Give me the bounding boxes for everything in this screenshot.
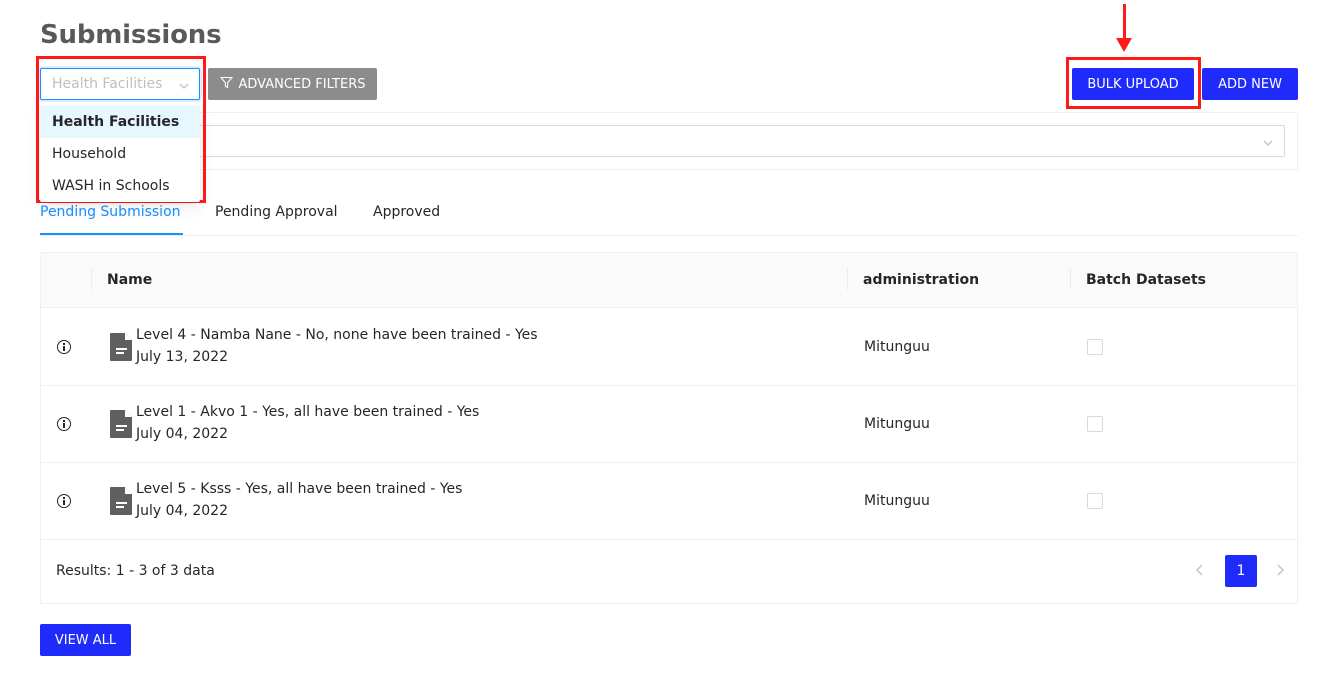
info-icon[interactable] — [57, 417, 71, 431]
info-icon[interactable] — [57, 340, 71, 354]
table-row: Level 5 - Ksss - Yes, all have been trai… — [41, 463, 1297, 540]
column-divider — [847, 268, 848, 290]
info-icon[interactable] — [57, 494, 71, 508]
document-icon — [110, 333, 132, 365]
table-row: Level 1 - Akvo 1 - Yes, all have been tr… — [41, 386, 1297, 463]
submission-name: Level 4 - Namba Nane - No, none have bee… — [136, 327, 538, 343]
tab-approved[interactable]: Approved — [373, 204, 440, 220]
advanced-filters-button[interactable]: ADVANCED FILTERS — [208, 68, 377, 100]
administration-select[interactable] — [56, 125, 1285, 157]
submission-tabs: Pending Submission Pending Approval Appr… — [40, 196, 1298, 236]
table-footer: Results: 1 - 3 of 3 data 1 — [41, 540, 1297, 604]
column-divider — [1070, 268, 1071, 290]
submission-administration: Mitunguu — [864, 339, 930, 355]
submission-administration: Mitunguu — [864, 416, 930, 432]
bulk-upload-button[interactable]: BULK UPLOAD — [1072, 68, 1194, 100]
dropdown-option-household[interactable]: Household — [40, 138, 200, 170]
document-icon — [110, 487, 132, 519]
submission-date: July 13, 2022 — [136, 349, 228, 365]
column-header-batch-datasets: Batch Datasets — [1086, 272, 1207, 288]
column-header-name: Name — [107, 272, 153, 288]
batch-checkbox[interactable] — [1087, 339, 1103, 355]
submissions-table: Name administration Batch Datasets Level… — [40, 252, 1298, 604]
submission-date: July 04, 2022 — [136, 503, 228, 519]
column-header-administration: administration — [863, 272, 980, 288]
chevron-down-icon — [178, 77, 190, 96]
submission-name: Level 1 - Akvo 1 - Yes, all have been tr… — [136, 404, 480, 420]
add-new-button[interactable]: ADD NEW — [1202, 68, 1298, 100]
pagination-prev-icon[interactable] — [1195, 564, 1205, 580]
pagination-page-1[interactable]: 1 — [1225, 555, 1257, 587]
dropdown-option-health-facilities[interactable]: Health Facilities — [40, 106, 200, 138]
administration-filter-card — [40, 112, 1298, 170]
table-header: Name administration Batch Datasets — [41, 253, 1297, 308]
submission-date: July 04, 2022 — [136, 426, 228, 442]
submission-administration: Mitunguu — [864, 493, 930, 509]
tab-pending-approval[interactable]: Pending Approval — [215, 204, 338, 220]
view-all-button[interactable]: VIEW ALL — [40, 624, 131, 656]
arrow-head — [1116, 38, 1132, 52]
chevron-down-icon — [1262, 134, 1274, 153]
column-divider — [91, 268, 92, 290]
page-title: Submissions — [40, 20, 222, 50]
batch-checkbox[interactable] — [1087, 493, 1103, 509]
dropdown-option-wash-in-schools[interactable]: WASH in Schools — [40, 170, 200, 202]
tab-pending-submission[interactable]: Pending Submission — [40, 204, 181, 220]
table-row: Level 4 - Namba Nane - No, none have bee… — [41, 309, 1297, 386]
document-icon — [110, 410, 132, 442]
arrow-down-icon — [1123, 4, 1126, 42]
pagination-next-icon[interactable] — [1275, 564, 1285, 580]
tab-active-indicator — [40, 233, 183, 235]
results-count: Results: 1 - 3 of 3 data — [56, 563, 215, 579]
batch-checkbox[interactable] — [1087, 416, 1103, 432]
form-select-value: Health Facilities — [52, 76, 163, 92]
submission-name: Level 5 - Ksss - Yes, all have been trai… — [136, 481, 463, 497]
form-select[interactable]: Health Facilities — [40, 68, 200, 100]
advanced-filters-label: ADVANCED FILTERS — [238, 76, 366, 92]
form-select-dropdown: Health Facilities Household WASH in Scho… — [40, 106, 200, 202]
filter-icon — [219, 76, 233, 93]
